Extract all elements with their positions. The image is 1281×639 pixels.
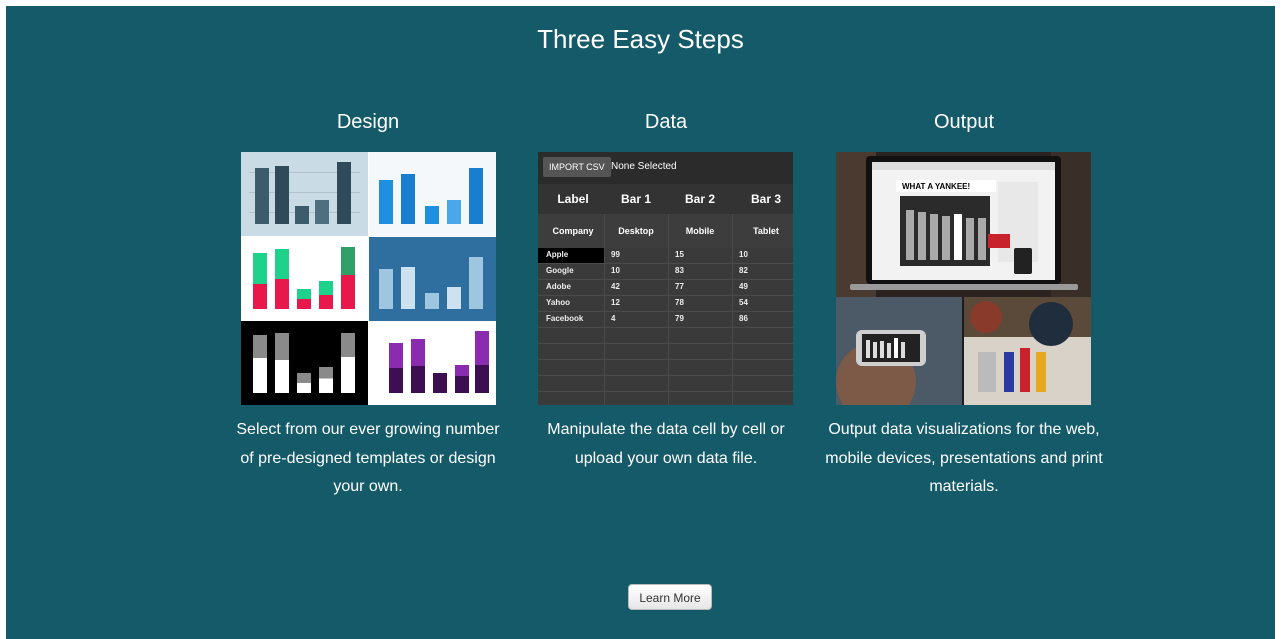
table-cell: 79 — [675, 314, 684, 323]
subheader-cell: Mobile — [685, 226, 715, 236]
table-cell: Google — [546, 266, 574, 275]
table-cell: 54 — [739, 298, 748, 307]
table-cell: 10 — [739, 250, 748, 259]
header-cell: Label — [557, 192, 589, 206]
selection-status: None Selected — [611, 161, 677, 172]
table-cell: 4 — [611, 314, 616, 323]
step-title-design: Design — [336, 111, 400, 133]
table-row — [538, 392, 793, 405]
template-chart-black — [241, 321, 368, 405]
table-row: Adobe 42 77 49 — [538, 280, 793, 296]
table-cell: 42 — [611, 282, 620, 291]
section-heading: Three Easy Steps — [537, 24, 744, 54]
design-templates-image — [241, 152, 496, 405]
header-cell: Bar 1 — [620, 192, 652, 206]
step-title-output: Output — [933, 111, 995, 133]
table-cell: 82 — [739, 266, 748, 275]
table-cell: 49 — [739, 282, 748, 291]
template-chart-blue — [369, 152, 496, 236]
newspaper-headline: WHAT A YANKEE! — [902, 182, 971, 191]
learn-more-button[interactable]: Learn More — [628, 584, 712, 610]
table-cell: 99 — [611, 250, 620, 259]
step-description-design: Select from our ever growing number of p… — [236, 421, 500, 495]
table-row: Apple 99 15 10 — [538, 248, 793, 264]
table-cell: 77 — [675, 282, 684, 291]
table-cell: 83 — [675, 266, 684, 275]
table-cell: 78 — [675, 298, 684, 307]
table-row — [538, 376, 793, 392]
table-row: Google 10 83 82 — [538, 264, 793, 280]
table-cell: Apple — [546, 250, 569, 259]
header-cell: Bar 3 — [750, 192, 782, 206]
table-row — [538, 328, 793, 344]
header-cell: Bar 2 — [684, 192, 716, 206]
table-row — [538, 344, 793, 360]
step-description-data: Manipulate the data cell by cell or uplo… — [547, 421, 785, 467]
data-editor-toolbar: IMPORT CSV None Selected — [538, 152, 793, 184]
output-devices-image: WHAT A YANKEE! — [836, 152, 1091, 405]
subheader-cell: Desktop — [618, 226, 654, 236]
data-subheader-row: Company Desktop Mobile Tablet — [538, 214, 793, 248]
table-cell: Facebook — [546, 314, 584, 323]
table-row: Facebook 4 79 86 — [538, 312, 793, 328]
data-header-row: Label Bar 1 Bar 2 Bar 3 — [538, 184, 793, 214]
table-cell: 10 — [611, 266, 620, 275]
table-cell: Yahoo — [546, 298, 571, 307]
table-cell: 86 — [739, 314, 748, 323]
template-chart-purple — [369, 321, 496, 405]
table-cell: Adobe — [546, 282, 571, 291]
subheader-cell: Company — [552, 226, 594, 236]
table-cell: 12 — [611, 298, 620, 307]
template-chart-slate — [241, 152, 368, 236]
template-chart-green-red — [241, 237, 368, 321]
table-row — [538, 360, 793, 376]
data-editor-image: IMPORT CSV None Selected Label Bar 1 Bar… — [538, 152, 793, 405]
table-cell: 15 — [675, 250, 684, 259]
step-title-data: Data — [644, 111, 688, 133]
template-chart-navy — [369, 237, 496, 321]
step-description-output: Output data visualizations for the web, … — [825, 421, 1103, 495]
subheader-cell: Tablet — [753, 226, 779, 236]
import-csv-button: IMPORT CSV — [543, 157, 611, 177]
table-row: Yahoo 12 78 54 — [538, 296, 793, 312]
